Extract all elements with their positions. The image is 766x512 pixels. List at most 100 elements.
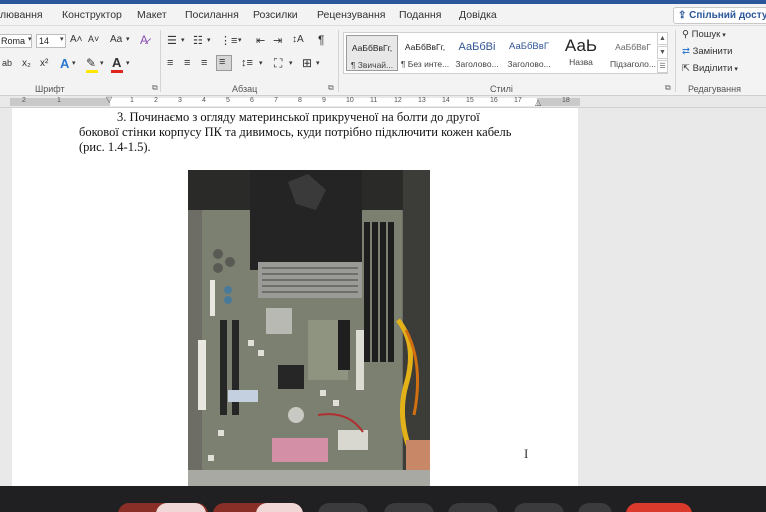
superscript-button[interactable]: x² xyxy=(40,58,48,69)
style-name: ¶ Без инте... xyxy=(400,59,450,69)
document-page[interactable]: 3. Починаємо з огляду материнської прикр… xyxy=(12,108,578,486)
shading-dropdown-icon[interactable]: ▾ xyxy=(289,59,293,67)
font-dialog-launcher-icon[interactable]: ⧉ xyxy=(152,83,158,93)
multilevel-dropdown-icon[interactable]: ▾ xyxy=(238,36,242,44)
replace-button[interactable]: ⇄ Замінити xyxy=(682,46,732,57)
style-tile-subtitle[interactable]: АаБбВвГ Підзаголо... xyxy=(607,35,659,71)
text-effects-dropdown-icon[interactable]: ▾ xyxy=(72,59,76,67)
tab-mailings[interactable]: Розсилки xyxy=(253,9,298,21)
borders-icon[interactable]: ⊞ xyxy=(302,56,312,70)
align-right-icon[interactable]: ≡ xyxy=(201,57,207,69)
font-color-icon[interactable]: A xyxy=(112,55,121,70)
style-tile-heading2[interactable]: АаБбВвГ Заголово... xyxy=(503,35,555,71)
line-spacing-dropdown-icon[interactable]: ▾ xyxy=(259,59,263,67)
tab-review[interactable]: Рецензування xyxy=(317,9,385,21)
leave-call-button[interactable] xyxy=(626,503,692,512)
styles-gallery: АаБбВвГг, ¶ Звичай... АаБбВвГг, ¶ Без ин… xyxy=(343,32,668,74)
highlight-icon[interactable]: ✎ xyxy=(86,56,96,70)
show-formatting-button[interactable]: ¶ xyxy=(318,33,324,47)
change-case-dropdown-icon[interactable]: ▾ xyxy=(126,35,130,43)
styles-group-label: Стилі xyxy=(490,84,513,94)
text-effects-icon[interactable]: A xyxy=(60,56,69,71)
tab-layout[interactable]: Макет xyxy=(137,9,167,21)
shading-icon[interactable]: ⛶ xyxy=(274,56,282,71)
tab-help[interactable]: Довідка xyxy=(459,9,497,21)
document-paragraph[interactable]: 3. Починаємо з огляду материнської прикр… xyxy=(79,110,539,155)
subscript-button[interactable]: x₂ xyxy=(22,58,31,69)
styles-scroll-up-icon[interactable]: ▲ xyxy=(657,32,668,45)
change-case-button[interactable]: Aa xyxy=(110,34,122,45)
styles-more-icon[interactable]: ☰ xyxy=(657,60,668,73)
motherboard-photo[interactable] xyxy=(188,170,430,486)
grow-font-button[interactable]: A˄ xyxy=(70,34,83,45)
select-label: Виділити xyxy=(692,63,733,74)
tab-references[interactable]: Посилання xyxy=(185,9,239,21)
reactions-button[interactable] xyxy=(384,503,434,512)
clear-formatting-icon[interactable]: A̷ xyxy=(140,33,148,47)
ruler-number: 1 xyxy=(130,97,134,104)
highlight-dropdown-icon[interactable]: ▾ xyxy=(100,59,104,67)
ruler-number: 17 xyxy=(514,97,522,104)
ruler-number: 7 xyxy=(274,97,278,104)
motherboard-image xyxy=(188,170,430,486)
style-tile-heading1[interactable]: АаБбВі Заголово... xyxy=(451,35,503,71)
align-left-icon[interactable]: ≡ xyxy=(167,57,173,69)
style-name: Назва xyxy=(569,57,593,67)
ruler-number: 8 xyxy=(298,97,302,104)
style-sample: АаБбВі xyxy=(458,41,496,53)
style-name: ¶ Звичай... xyxy=(350,60,394,70)
style-tile-normal[interactable]: АаБбВвГг, ¶ Звичай... xyxy=(346,35,398,71)
tab-design[interactable]: Конструктор xyxy=(62,9,122,21)
share-button[interactable]: ⇪ Спільний доступ xyxy=(673,7,766,24)
highlight-color-swatch xyxy=(86,70,98,73)
select-dropdown-icon: ▾ xyxy=(732,66,738,73)
strikethrough-icon[interactable]: ab xyxy=(2,58,12,68)
group-separator xyxy=(160,30,161,92)
sort-icon[interactable]: ↕A xyxy=(292,34,304,45)
ruler-number: 12 xyxy=(394,97,402,104)
select-cursor-icon: ⇱ xyxy=(682,63,693,74)
style-sample: АаБбВвГ xyxy=(509,41,549,52)
paragraph-group-label: Абзац xyxy=(232,84,258,94)
share-screen-button[interactable] xyxy=(318,503,368,512)
chat-button[interactable] xyxy=(514,503,564,512)
numbering-icon[interactable]: ☷ xyxy=(193,34,203,47)
participants-button[interactable] xyxy=(448,503,498,512)
increase-indent-icon[interactable]: ⇥ xyxy=(273,34,282,47)
select-button[interactable]: ⇱ Виділити ▾ xyxy=(682,63,738,74)
bullets-dropdown-icon[interactable]: ▾ xyxy=(181,36,185,44)
style-tile-no-spacing[interactable]: АаБбВвГг, ¶ Без инте... xyxy=(399,35,451,71)
multilevel-list-icon[interactable]: ⋮≡ xyxy=(220,34,237,47)
share-icon: ⇪ xyxy=(678,10,690,21)
align-center-icon[interactable]: ≡ xyxy=(184,57,190,69)
paragraph-dialog-launcher-icon[interactable]: ⧉ xyxy=(328,83,334,93)
style-tile-title[interactable]: АаЬ Назва xyxy=(555,35,607,71)
first-line-indent-marker-icon[interactable]: ▽ xyxy=(106,95,112,104)
ribbon-tabs: лювання Конструктор Макет Посилання Розс… xyxy=(0,4,766,26)
more-options-button[interactable] xyxy=(578,503,612,512)
tab-view[interactable]: Подання xyxy=(399,9,441,21)
font-name-dropdown-icon[interactable]: ▾ xyxy=(28,35,32,43)
font-color-dropdown-icon[interactable]: ▾ xyxy=(126,59,130,67)
styles-scroll-down-icon[interactable]: ▼ xyxy=(657,46,668,59)
line-spacing-icon[interactable]: ↕≡ xyxy=(241,57,253,69)
tab-insert[interactable]: лювання xyxy=(0,9,43,21)
ruler-number: 15 xyxy=(466,97,474,104)
ruler-number: 9 xyxy=(322,97,326,104)
ruler-number: 18 xyxy=(562,97,570,104)
right-indent-marker-icon[interactable]: △ xyxy=(535,98,541,107)
bullets-icon[interactable]: ☰ xyxy=(167,34,177,47)
borders-dropdown-icon[interactable]: ▾ xyxy=(316,59,320,67)
shrink-font-button[interactable]: A˅ xyxy=(88,34,99,44)
ruler-number: 10 xyxy=(346,97,354,104)
styles-dialog-launcher-icon[interactable]: ⧉ xyxy=(665,83,671,93)
decrease-indent-icon[interactable]: ⇤ xyxy=(256,34,265,47)
style-name: Підзаголо... xyxy=(610,59,656,69)
horizontal-ruler[interactable]: 2 1 1 2 3 4 5 6 7 8 9 10 11 12 13 14 15 … xyxy=(0,95,766,108)
find-button[interactable]: ⚲ Пошук ▾ xyxy=(682,29,726,40)
search-icon: ⚲ xyxy=(682,29,692,40)
font-size-dropdown-icon[interactable]: ▾ xyxy=(60,35,64,43)
justify-icon[interactable]: ≡ xyxy=(216,55,232,71)
paragraph-line: 3. Починаємо з огляду материнської прикр… xyxy=(117,110,480,124)
numbering-dropdown-icon[interactable]: ▾ xyxy=(207,36,211,44)
